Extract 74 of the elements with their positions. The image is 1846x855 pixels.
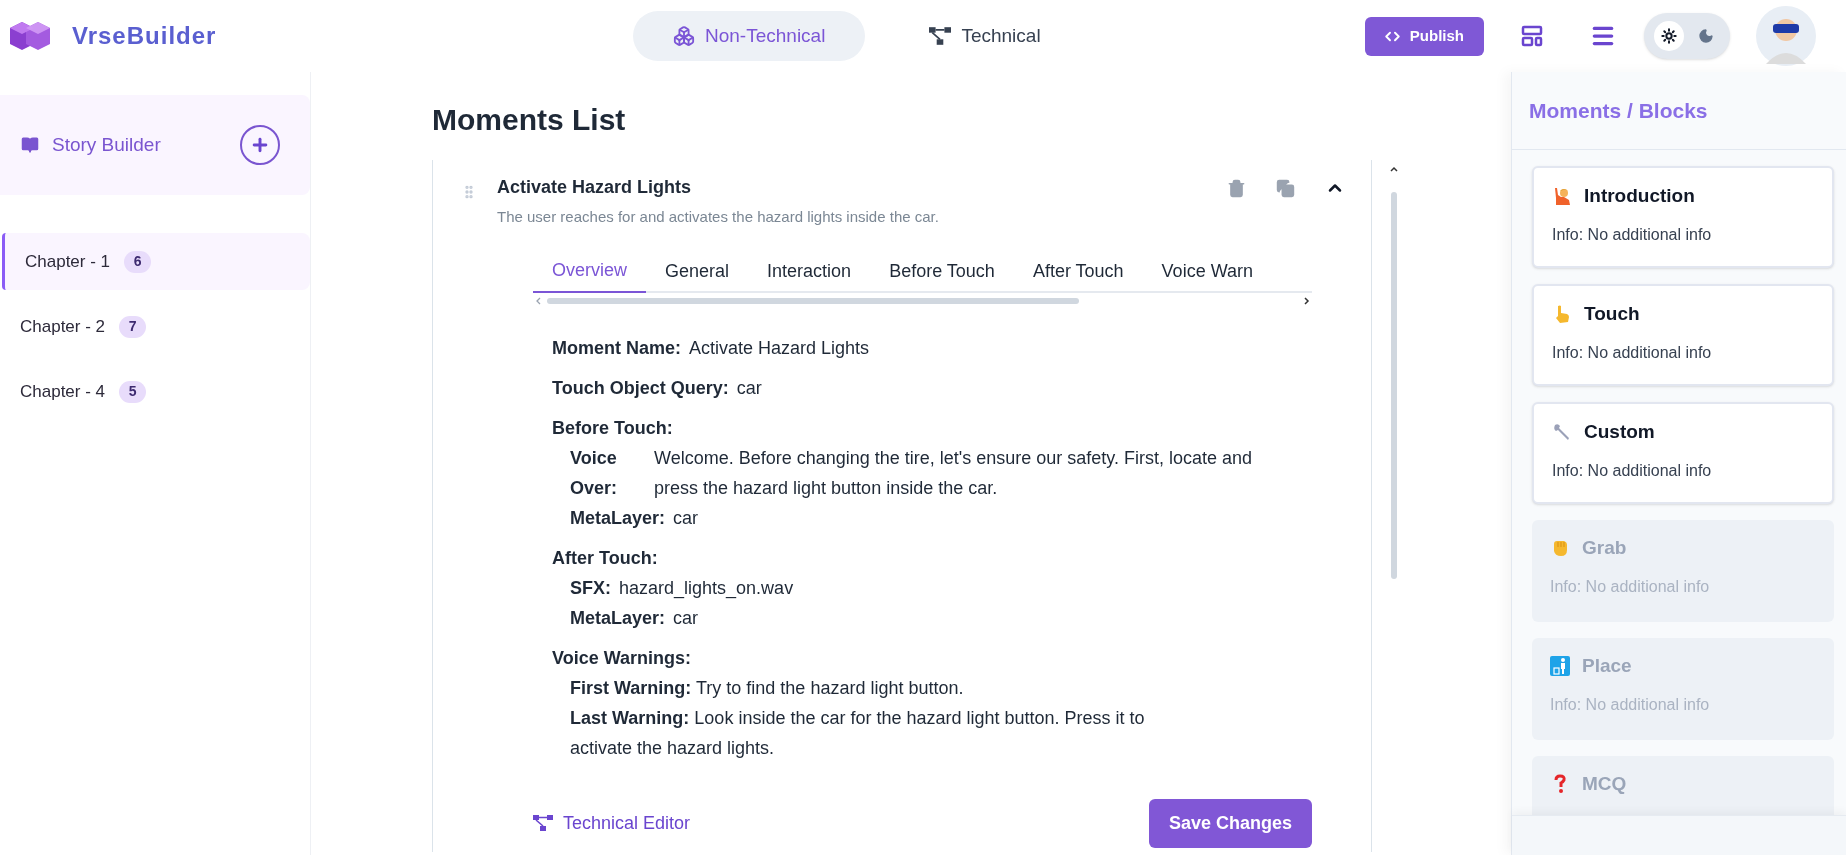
- field-label: MetaLayer:: [570, 606, 666, 630]
- raised-hand-person-icon: [1552, 186, 1572, 207]
- block-card[interactable]: Touch Info: No additional info: [1532, 284, 1834, 386]
- field-value: car: [673, 606, 699, 630]
- tab[interactable]: Interaction: [748, 250, 871, 293]
- section-title: Voice Warnings:: [552, 646, 693, 670]
- book-icon: [20, 136, 40, 154]
- block-title: Place: [1582, 654, 1632, 678]
- block-info: Info: No additional info: [1552, 342, 1713, 363]
- avatar[interactable]: [1756, 6, 1816, 66]
- block-title: Custom: [1584, 420, 1655, 444]
- section-title: Before Touch:: [552, 416, 674, 440]
- chapter-item[interactable]: Chapter - 2 7: [0, 298, 310, 355]
- page-title: Moments List: [432, 102, 627, 138]
- field-label: SFX:: [570, 576, 611, 600]
- add-chapter-button[interactable]: [240, 125, 280, 165]
- field-label: Voice Over:: [570, 446, 619, 500]
- plus-icon: [250, 135, 270, 155]
- layout-icon[interactable]: [1520, 24, 1544, 48]
- warning-text: Last Warning: Look inside the car for the hazard light button. Press it to activate the hazard lights.: [569, 706, 1146, 760]
- sidebar-title: Story Builder: [52, 132, 161, 157]
- block-title: Grab: [1582, 536, 1627, 560]
- field-value: hazard_lights_on.wav: [619, 576, 794, 601]
- field-label: Touch Object Query:: [552, 376, 729, 400]
- moment-title: Activate Hazard Lights: [497, 176, 693, 199]
- block-card[interactable]: Introduction Info: No additional info: [1532, 166, 1834, 268]
- block-info: Info: No additional info: [1552, 460, 1713, 481]
- field-value: car: [736, 376, 762, 400]
- block-info: Info: No additional info: [1552, 224, 1713, 245]
- block-card[interactable]: Custom Info: No additional info: [1532, 402, 1834, 504]
- block-info: Info: No additional info: [1550, 576, 1711, 597]
- tab[interactable]: Voice Warn: [1142, 250, 1272, 293]
- chapter-item[interactable]: Chapter - 1 6: [2, 233, 310, 290]
- chapter-label: Chapter - 4: [20, 380, 106, 403]
- technical-editor-link[interactable]: Technical Editor: [533, 808, 691, 838]
- tab[interactable]: Before Touch: [870, 250, 1014, 293]
- mode-tab[interactable]: Technical: [889, 11, 1081, 61]
- tab[interactable]: General: [646, 250, 749, 293]
- copy-icon[interactable]: [1276, 178, 1295, 198]
- tab[interactable]: Overview: [533, 250, 646, 293]
- panel-title: Moments / Blocks: [1529, 97, 1708, 124]
- sun-icon: [1660, 28, 1677, 44]
- mode-tab[interactable]: Non-Technical: [633, 11, 866, 61]
- app-name: VrseBuilder: [72, 21, 217, 51]
- cubes-icon: [673, 25, 695, 47]
- field-value: Welcome. Before changing the tire, let's ensure our safety. First, locate and press the hazard light button inside the car.: [654, 446, 1254, 500]
- block-title: Introduction: [1584, 184, 1695, 208]
- chapter-label: Chapter - 1: [25, 250, 111, 273]
- network-icon: [929, 27, 952, 45]
- moment-description: The user reaches for and activates the hazard lights inside the car.: [497, 207, 939, 227]
- field-value: Activate Hazard Lights: [689, 336, 870, 360]
- save-changes-button[interactable]: Save Changes: [1148, 798, 1312, 848]
- field-label: Moment Name:: [552, 336, 681, 360]
- block-info: Info: No additional info: [1550, 694, 1711, 715]
- section-title: After Touch:: [552, 546, 659, 570]
- network-icon: [533, 815, 553, 831]
- publish-button[interactable]: Publish: [1364, 16, 1484, 56]
- person-with-bin-icon: [1550, 656, 1570, 677]
- tab[interactable]: After Touch: [1013, 250, 1143, 293]
- block-title: Touch: [1584, 302, 1640, 326]
- chapter-count: 5: [119, 380, 147, 403]
- block-title: MCQ: [1582, 772, 1627, 796]
- chapter-label: Chapter - 2: [20, 315, 106, 338]
- chapter-count: 7: [119, 315, 147, 338]
- field-value: car: [673, 506, 699, 530]
- chapter-item[interactable]: Chapter - 4 5: [0, 363, 310, 420]
- theme-toggle[interactable]: [1644, 13, 1730, 59]
- logo-icon: [8, 20, 52, 52]
- moon-icon: [1697, 28, 1714, 44]
- warning-text: First Warning: Try to find the hazard light button.: [569, 676, 965, 700]
- field-label: MetaLayer:: [570, 506, 666, 530]
- chapter-count: 6: [124, 250, 152, 273]
- light-mode-button[interactable]: [1653, 21, 1684, 51]
- delete-icon[interactable]: [1227, 178, 1246, 198]
